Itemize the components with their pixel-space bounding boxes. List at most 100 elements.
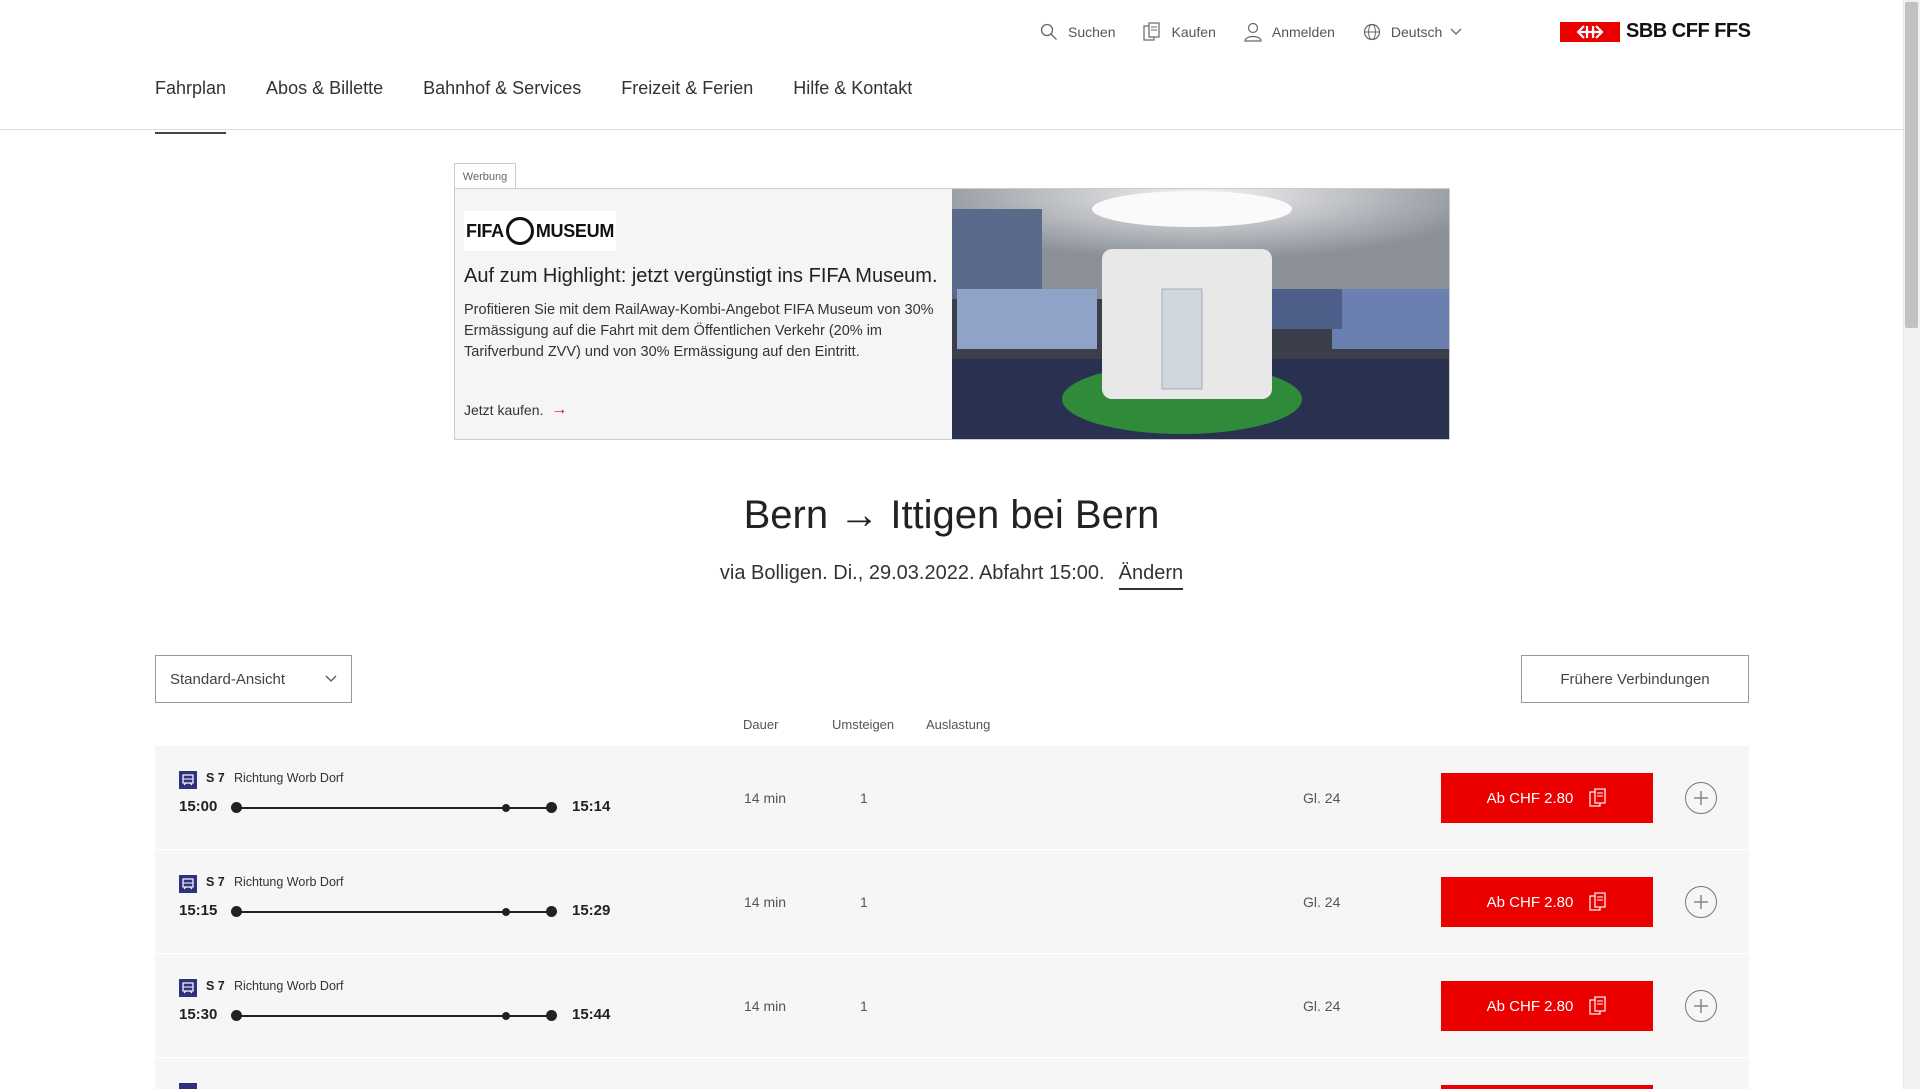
museum-photo	[952, 189, 1449, 439]
departure-time: 15:30	[179, 1006, 218, 1023]
expand-connection-button[interactable]	[1685, 990, 1717, 1022]
login-label: Anmelden	[1271, 24, 1335, 40]
fifa-museum-logo: FIFA MUSEUM	[464, 211, 617, 251]
direction: Richtung Worb Dorf	[234, 771, 344, 785]
price-label: Ab CHF 2.80	[1486, 997, 1574, 1015]
connection-row-partial[interactable]	[155, 1058, 1749, 1089]
buy-label: Kaufen	[1171, 24, 1216, 40]
route-subtitle: via Bolligen. Di., 29.03.2022. Abfahrt 1…	[0, 562, 1903, 590]
train-icon	[179, 1083, 197, 1089]
connection-row[interactable]: S 7 Richtung Worb Dorf 15:00 15:14 14 mi…	[155, 746, 1749, 849]
main-navigation: Fahrplan Abos & Billette Bahnhof & Servi…	[155, 78, 952, 134]
arrival-time: 15:14	[572, 798, 611, 815]
connection-row[interactable]: S 7 Richtung Worb Dorf 15:30 15:44 14 mi…	[155, 954, 1749, 1057]
ad-body: Profitieren Sie mit dem RailAway-Kombi-A…	[464, 302, 934, 360]
search-link[interactable]: Suchen	[1040, 23, 1115, 41]
changes-count: 1	[860, 894, 868, 910]
line-number: S 7	[206, 771, 225, 785]
logo-text: SBB CFF FFS	[1626, 20, 1751, 42]
view-select[interactable]: Standard-Ansicht	[155, 655, 352, 703]
ad-tag: Werbung	[454, 163, 516, 189]
train-icon	[179, 875, 197, 893]
start-dot	[231, 906, 242, 917]
column-header-changes: Umsteigen	[832, 717, 895, 732]
duration: 14 min	[744, 894, 787, 910]
transfer-dot	[502, 804, 510, 812]
search-label: Suchen	[1068, 24, 1116, 40]
end-dot	[546, 1010, 557, 1021]
user-icon	[1244, 22, 1262, 42]
ad-banner[interactable]: FIFA MUSEUM Auf zum Highlight: jetzt ver…	[454, 188, 1450, 440]
ad-text-panel: FIFA MUSEUM Auf zum Highlight: jetzt ver…	[455, 189, 952, 439]
expand-connection-button[interactable]	[1685, 782, 1717, 814]
duration: 14 min	[744, 790, 787, 806]
globe-icon	[1363, 23, 1381, 41]
column-header-occupancy: Auslastung	[926, 717, 991, 732]
ticket-icon	[1143, 22, 1161, 41]
chevron-down-icon	[1450, 28, 1462, 35]
meta-navigation: Suchen Kaufen Anmelden Deutsch	[1040, 22, 1490, 42]
login-link[interactable]: Anmelden	[1244, 22, 1335, 42]
logo-right-text: MUSEUM	[535, 220, 615, 241]
buy-ticket-button[interactable]: Ab CHF 2.80	[1441, 773, 1653, 823]
search-icon	[1040, 23, 1057, 40]
direction: Richtung Worb Dorf	[234, 875, 344, 889]
changes-count: 1	[860, 790, 868, 806]
ad-title: Auf zum Highlight: jetzt vergünstigt ins…	[464, 265, 938, 287]
buy-ticket-button[interactable]: Ab CHF 2.80	[1441, 981, 1653, 1031]
price-label: Ab CHF 2.80	[1486, 789, 1574, 807]
start-dot	[231, 1010, 242, 1021]
platform: Gl. 24	[1303, 790, 1341, 806]
page-scrollbar[interactable]	[1903, 0, 1920, 1089]
chevron-down-icon	[325, 675, 337, 682]
buy-link[interactable]: Kaufen	[1143, 22, 1216, 42]
line-number: S 7	[206, 979, 225, 993]
language-label: Deutsch	[1390, 24, 1443, 40]
changes-count: 1	[860, 998, 868, 1014]
view-select-value: Standard-Ansicht	[170, 670, 286, 688]
nav-item-freizeit-ferien[interactable]: Freizeit & Ferien	[621, 78, 753, 134]
buy-ticket-button[interactable]: Ab CHF 2.80	[1441, 877, 1653, 927]
start-dot	[231, 802, 242, 813]
earlier-connections-button[interactable]: Frühere Verbindungen	[1521, 655, 1749, 703]
nav-item-bahnhof-services[interactable]: Bahnhof & Services	[423, 78, 581, 134]
duration: 14 min	[744, 998, 787, 1014]
buy-ticket-button[interactable]	[1441, 1085, 1653, 1089]
plus-icon	[1694, 999, 1708, 1013]
ticket-icon	[1589, 892, 1606, 911]
route-details: via Bolligen. Di., 29.03.2022. Abfahrt 1…	[719, 562, 1105, 584]
sbb-flag-icon	[1560, 21, 1620, 42]
sbb-logo[interactable]: SBB CFF FFS	[1560, 20, 1751, 43]
line-number: S 7	[206, 875, 225, 889]
arrow-right-icon: →	[551, 401, 568, 418]
price-label: Ab CHF 2.80	[1486, 893, 1574, 911]
ad-cta-link[interactable]: Jetzt kaufen. →	[464, 401, 567, 419]
ring-icon	[505, 217, 534, 245]
scrollbar-thumb[interactable]	[1905, 2, 1918, 328]
expand-connection-button[interactable]	[1685, 886, 1717, 918]
nav-item-fahrplan[interactable]: Fahrplan	[155, 78, 227, 134]
ticket-icon	[1589, 788, 1606, 807]
nav-item-abos-billette[interactable]: Abos & Billette	[266, 78, 383, 134]
language-select[interactable]: Deutsch	[1363, 23, 1462, 41]
platform: Gl. 24	[1303, 894, 1341, 910]
end-dot	[546, 802, 557, 813]
train-icon	[179, 771, 197, 789]
plus-icon	[1694, 791, 1708, 805]
ticket-icon	[1589, 996, 1606, 1015]
transfer-dot	[502, 908, 510, 916]
arrival-time: 15:29	[572, 902, 611, 919]
logo-left-text: FIFA	[466, 220, 504, 241]
ad-cta-label: Jetzt kaufen.	[464, 402, 544, 418]
change-route-link[interactable]: Ändern	[1118, 562, 1184, 590]
transfer-dot	[502, 1012, 510, 1020]
direction: Richtung Worb Dorf	[234, 979, 344, 993]
departure-time: 15:00	[179, 798, 218, 815]
column-header-duration: Dauer	[743, 717, 779, 732]
nav-item-hilfe-kontakt[interactable]: Hilfe & Kontakt	[793, 78, 912, 134]
plus-icon	[1694, 895, 1708, 909]
connection-row[interactable]: S 7 Richtung Worb Dorf 15:15 15:29 14 mi…	[155, 850, 1749, 953]
site-header: Suchen Kaufen Anmelden Deutsch SBB CFF F…	[0, 0, 1903, 134]
end-dot	[546, 906, 557, 917]
arrival-time: 15:44	[572, 1006, 611, 1023]
